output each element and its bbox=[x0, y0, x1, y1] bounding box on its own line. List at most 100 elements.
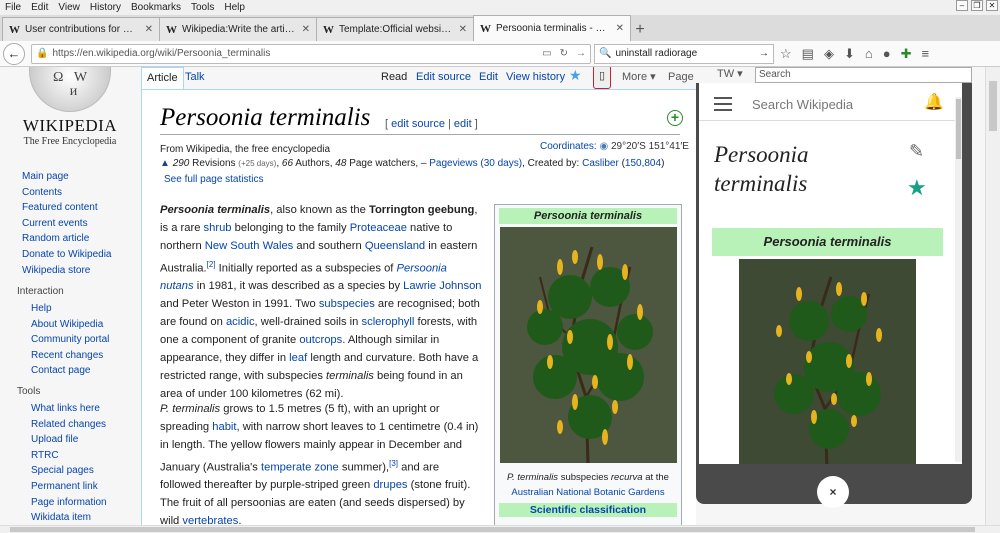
creator-link[interactable]: Casliber bbox=[582, 158, 619, 169]
wikipedia-logo[interactable]: Ω W и WIKIPEDIA The Free Encyclopedia bbox=[20, 67, 120, 147]
sidebar-item-permanent[interactable]: Permanent link bbox=[31, 479, 107, 495]
horizontal-scroll-thumb[interactable] bbox=[10, 527, 975, 532]
url-bar[interactable]: 🔒 https://en.wikipedia.org/wiki/Persooni… bbox=[31, 43, 591, 64]
pageviews-link[interactable]: Pageviews (30 days) bbox=[429, 158, 522, 169]
browser-tab-4[interactable]: W Persoonia terminalis - Wiki... ✕ bbox=[473, 15, 631, 41]
sidebar-item-main-page[interactable]: Main page bbox=[22, 169, 112, 185]
watch-star-icon[interactable]: ★ bbox=[907, 175, 927, 201]
sidebar-item-random[interactable]: Random article bbox=[22, 231, 112, 247]
pocket-icon[interactable]: ◈ bbox=[824, 46, 834, 62]
tab-article[interactable]: Article bbox=[141, 67, 184, 89]
close-window-icon[interactable]: ✕ bbox=[986, 0, 998, 11]
creator-edits-link[interactable]: 150,804 bbox=[625, 158, 661, 169]
page-dropdown[interactable]: Page bbox=[663, 67, 699, 89]
mobile-scroll-thumb[interactable] bbox=[956, 99, 961, 159]
bookmark-star-icon[interactable]: ☆ bbox=[780, 46, 792, 62]
menu-edit[interactable]: Edit bbox=[26, 2, 53, 13]
coords-label: Coordinates: bbox=[540, 141, 597, 152]
window-controls: – ❐ ✕ bbox=[956, 0, 998, 11]
close-preview-button[interactable]: × bbox=[817, 476, 849, 508]
sidebar-item-special[interactable]: Special pages bbox=[31, 463, 107, 479]
browser-tab-2[interactable]: W Wikipedia:Write the article ... ✕ bbox=[159, 17, 317, 41]
edit-link[interactable]: edit bbox=[454, 118, 472, 130]
mobile-header: Search Wikipedia 🔔 bbox=[699, 83, 962, 121]
tab-edit[interactable]: Edit bbox=[474, 67, 503, 89]
mobile-menu-icon[interactable] bbox=[714, 97, 732, 115]
sidebar-item-wikidata[interactable]: Wikidata item bbox=[31, 510, 107, 525]
tw-dropdown[interactable]: TW ▾ bbox=[717, 67, 743, 80]
sidebar-item-contents[interactable]: Contents bbox=[22, 185, 112, 201]
sidebar-item-donate[interactable]: Donate to Wikipedia bbox=[22, 247, 112, 263]
pencil-icon[interactable]: ✎ bbox=[909, 141, 924, 162]
page-scrollbar[interactable] bbox=[985, 67, 1000, 525]
tab-talk[interactable]: Talk bbox=[180, 67, 210, 89]
sidebar-item-about[interactable]: About Wikipedia bbox=[31, 317, 109, 333]
download-icon[interactable]: ⬇ bbox=[844, 46, 855, 62]
bell-icon[interactable]: 🔔 bbox=[924, 92, 944, 112]
close-tab-icon[interactable]: ✕ bbox=[459, 24, 467, 35]
mobile-view-icon[interactable]: ▯ bbox=[593, 67, 611, 89]
more-dropdown[interactable]: More ▾ bbox=[617, 67, 661, 89]
interaction-heading: Interaction bbox=[17, 286, 64, 297]
mobile-plant-photo[interactable] bbox=[739, 259, 916, 464]
reader-view-icon[interactable]: ▭ bbox=[542, 48, 551, 59]
menu-tools[interactable]: Tools bbox=[186, 2, 219, 13]
sidebar-item-store[interactable]: Wikipedia store bbox=[22, 263, 112, 279]
chat-icon[interactable]: ● bbox=[883, 46, 891, 62]
sidebar-item-help[interactable]: Help bbox=[31, 301, 109, 317]
mobile-scrollbar[interactable] bbox=[955, 97, 962, 462]
menu-file[interactable]: File bbox=[0, 2, 26, 13]
infobox-caption: P. terminalis subspecies recurva at the … bbox=[495, 470, 681, 500]
home-icon[interactable]: ⌂ bbox=[865, 46, 873, 62]
tab-title: Wikipedia:Write the article ... bbox=[182, 24, 297, 35]
tab-history[interactable]: View history bbox=[501, 67, 570, 89]
hamburger-menu-icon[interactable]: ≡ bbox=[921, 46, 929, 62]
menu-bookmarks[interactable]: Bookmarks bbox=[126, 2, 186, 13]
close-tab-icon[interactable]: ✕ bbox=[145, 24, 153, 35]
close-tab-icon[interactable]: ✕ bbox=[302, 24, 310, 35]
page-scroll-thumb[interactable] bbox=[989, 81, 997, 131]
sidebar-item-community[interactable]: Community portal bbox=[31, 332, 109, 348]
maximize-icon[interactable]: ❐ bbox=[971, 0, 983, 11]
watch-star-icon[interactable]: ★ bbox=[569, 67, 582, 84]
search-bar[interactable]: 🔍 uninstall radiorage → bbox=[594, 43, 774, 64]
close-tab-icon[interactable]: ✕ bbox=[616, 23, 624, 34]
sidebar-item-upload[interactable]: Upload file bbox=[31, 432, 107, 448]
reload-icon[interactable]: ↻ bbox=[560, 48, 568, 59]
minimize-icon[interactable]: – bbox=[956, 0, 968, 11]
forward-icon[interactable]: → bbox=[576, 48, 586, 59]
page-title: Persoonia terminalis bbox=[160, 104, 371, 131]
puzzle-icon[interactable]: ✚ bbox=[901, 46, 912, 62]
sidebar-item-what-links[interactable]: What links here bbox=[31, 401, 107, 417]
sidebar-item-current-events[interactable]: Current events bbox=[22, 216, 112, 232]
menu-view[interactable]: View bbox=[53, 2, 85, 13]
tab-edit-source[interactable]: Edit source bbox=[411, 67, 476, 89]
sidebar-item-page-info[interactable]: Page information bbox=[31, 495, 107, 511]
reading-list-icon[interactable]: ▤ bbox=[802, 46, 814, 62]
tools-nav: What links here Related changes Upload f… bbox=[31, 401, 107, 525]
coordinates[interactable]: Coordinates: ◉ 29°20′S 151°41′E bbox=[540, 141, 689, 152]
sidebar-item-contact[interactable]: Contact page bbox=[31, 363, 109, 379]
new-tab-button[interactable]: + bbox=[630, 19, 650, 41]
add-circle-icon[interactable]: + bbox=[667, 110, 683, 126]
sidebar-item-recent-changes[interactable]: Recent changes bbox=[31, 348, 109, 364]
sidebar-item-rtrc[interactable]: RTRC bbox=[31, 448, 107, 464]
horizontal-scrollbar[interactable] bbox=[0, 525, 1000, 533]
search-input[interactable]: uninstall radiorage bbox=[615, 48, 759, 59]
sidebar-item-related[interactable]: Related changes bbox=[31, 417, 107, 433]
edit-source-link[interactable]: edit source bbox=[391, 118, 445, 130]
full-stats-link[interactable]: See full page statistics bbox=[164, 174, 264, 185]
wiki-search-input[interactable]: Search bbox=[755, 67, 972, 83]
scientific-classification[interactable]: Scientific classification bbox=[499, 503, 677, 517]
tab-read[interactable]: Read bbox=[376, 67, 412, 89]
plant-photo[interactable] bbox=[500, 227, 677, 464]
back-button[interactable]: ← bbox=[3, 42, 25, 65]
mobile-search-input[interactable]: Search Wikipedia bbox=[752, 97, 853, 112]
browser-tab-3[interactable]: W Template:Official website/... ✕ bbox=[316, 17, 474, 41]
menu-history[interactable]: History bbox=[85, 2, 126, 13]
sidebar-item-featured[interactable]: Featured content bbox=[22, 200, 112, 216]
go-arrow-icon[interactable]: → bbox=[759, 48, 769, 59]
botanic-gardens-link[interactable]: Australian National Botanic Gardens bbox=[511, 487, 664, 498]
menu-help[interactable]: Help bbox=[219, 2, 250, 13]
browser-tab-1[interactable]: W User contributions for Che... ✕ bbox=[2, 17, 160, 41]
